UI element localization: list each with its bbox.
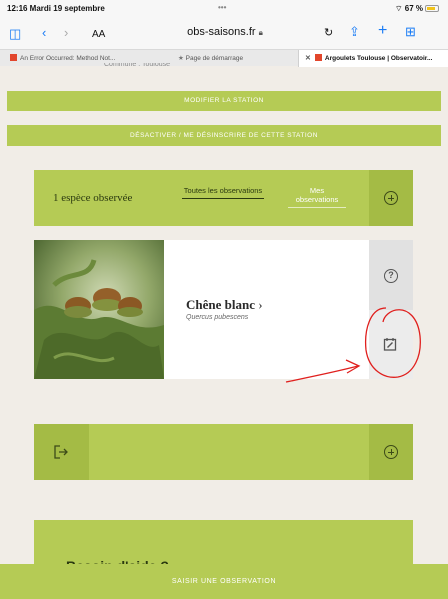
station-commune-text: Commune : Toulouse — [104, 63, 171, 68]
tab-overview-icon[interactable]: ⊞ — [405, 25, 416, 39]
oak-acorn-photo — [34, 240, 164, 379]
status-time: 12:16 Mardi 19 septembre — [7, 4, 105, 13]
modify-station-button[interactable]: MODIFIER LA STATION — [7, 91, 441, 111]
tab-all-observations[interactable]: Toutes les observations — [182, 186, 264, 199]
chevron-right-icon: › — [258, 297, 263, 312]
export-button[interactable] — [34, 424, 89, 480]
star-icon: ★ — [178, 55, 184, 62]
lock-icon: 🔒︎ — [258, 28, 263, 37]
add-station-entry-button[interactable] — [369, 424, 413, 480]
tab-start-page[interactable]: ★ Page de démarrage — [178, 50, 288, 67]
species-latin-name: Quercus pubescens — [186, 314, 249, 321]
address-text: obs-saisons.fr — [187, 26, 256, 38]
reload-icon[interactable]: ↻ — [324, 26, 333, 39]
plus-circle-icon — [384, 191, 398, 205]
add-species-button[interactable] — [369, 170, 413, 226]
station-panel — [34, 424, 413, 480]
reader-aa-button[interactable]: AA — [92, 29, 105, 40]
tab-my-observations[interactable]: Mes observations — [288, 186, 346, 208]
close-tab-icon[interactable]: ✕ — [305, 55, 311, 62]
battery-icon — [425, 5, 440, 12]
back-icon[interactable]: ‹ — [42, 26, 46, 40]
plus-circle-icon — [384, 445, 398, 459]
tab-argoulets[interactable]: ✕ Argoulets Toulouse | Observatoir... — [298, 50, 448, 67]
share-icon[interactable]: ⇪ — [349, 25, 360, 39]
species-count: 1 espèce observée — [53, 192, 133, 204]
favicon-icon — [314, 54, 322, 61]
annotation-circle-arrow — [285, 307, 421, 383]
status-dots: ••• — [218, 3, 227, 12]
wifi-icon: ⌔ — [395, 4, 403, 13]
deactivate-station-button[interactable]: DÉSACTIVER / ME DÉSINSCRIRE DE CETTE STA… — [7, 125, 441, 146]
help-heading: Besoin d'aide ? — [66, 556, 169, 564]
forward-icon[interactable]: › — [64, 26, 68, 40]
favicon-icon — [10, 54, 17, 61]
address-bar[interactable]: obs-saisons.fr 🔒︎ — [160, 26, 290, 38]
add-observation-button[interactable]: SAISIR UNE OBSERVATION — [0, 564, 448, 599]
browser-chrome: 12:16 Mardi 19 septembre ••• ⌔ 67 % ◫ ‹ … — [0, 0, 448, 67]
export-icon — [54, 445, 68, 459]
tab-strip: An Error Occurred: Method Not... ★ Page … — [0, 49, 448, 67]
help-icon: ? — [384, 269, 398, 283]
sidebar-icon[interactable]: ◫ — [9, 27, 21, 41]
species-name[interactable]: Chêne blanc › — [186, 297, 263, 313]
new-tab-icon[interactable]: + — [378, 23, 387, 39]
battery-level: ⌔ 67 % — [395, 4, 440, 14]
